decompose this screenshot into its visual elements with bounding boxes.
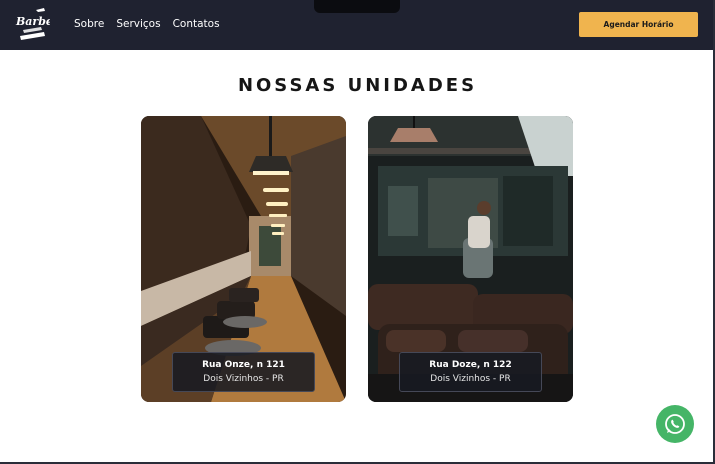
unit-card-2-label: Rua Doze, n 122 Dois Vizinhos - PR bbox=[399, 352, 542, 392]
barber-logo[interactable]: Barber bbox=[14, 6, 50, 44]
unit-card-1[interactable]: Rua Onze, n 121 Dois Vizinhos - PR bbox=[141, 116, 346, 402]
camera-notch bbox=[314, 0, 400, 13]
navbar: Barber Sobre Serviços Contatos Agendar H… bbox=[0, 0, 715, 50]
whatsapp-icon bbox=[665, 414, 685, 434]
unit-1-city: Dois Vizinhos - PR bbox=[203, 374, 284, 384]
nav-link-sobre[interactable]: Sobre bbox=[74, 18, 104, 30]
unit-2-street: Rua Doze, n 122 bbox=[429, 360, 512, 370]
main-nav: Sobre Serviços Contatos bbox=[74, 18, 232, 30]
unit-1-street: Rua Onze, n 121 bbox=[202, 360, 285, 370]
logo-text: Barber bbox=[15, 15, 50, 28]
whatsapp-button[interactable] bbox=[656, 405, 694, 443]
unit-2-city: Dois Vizinhos - PR bbox=[430, 374, 511, 384]
nav-link-contatos[interactable]: Contatos bbox=[173, 18, 220, 30]
schedule-button[interactable]: Agendar Horário bbox=[579, 12, 698, 37]
unit-card-1-label: Rua Onze, n 121 Dois Vizinhos - PR bbox=[172, 352, 315, 392]
unit-card-2[interactable]: Rua Doze, n 122 Dois Vizinhos - PR bbox=[368, 116, 573, 402]
section-title: NOSSAS UNIDADES bbox=[237, 75, 478, 96]
nav-link-servicos[interactable]: Serviços bbox=[116, 18, 160, 30]
